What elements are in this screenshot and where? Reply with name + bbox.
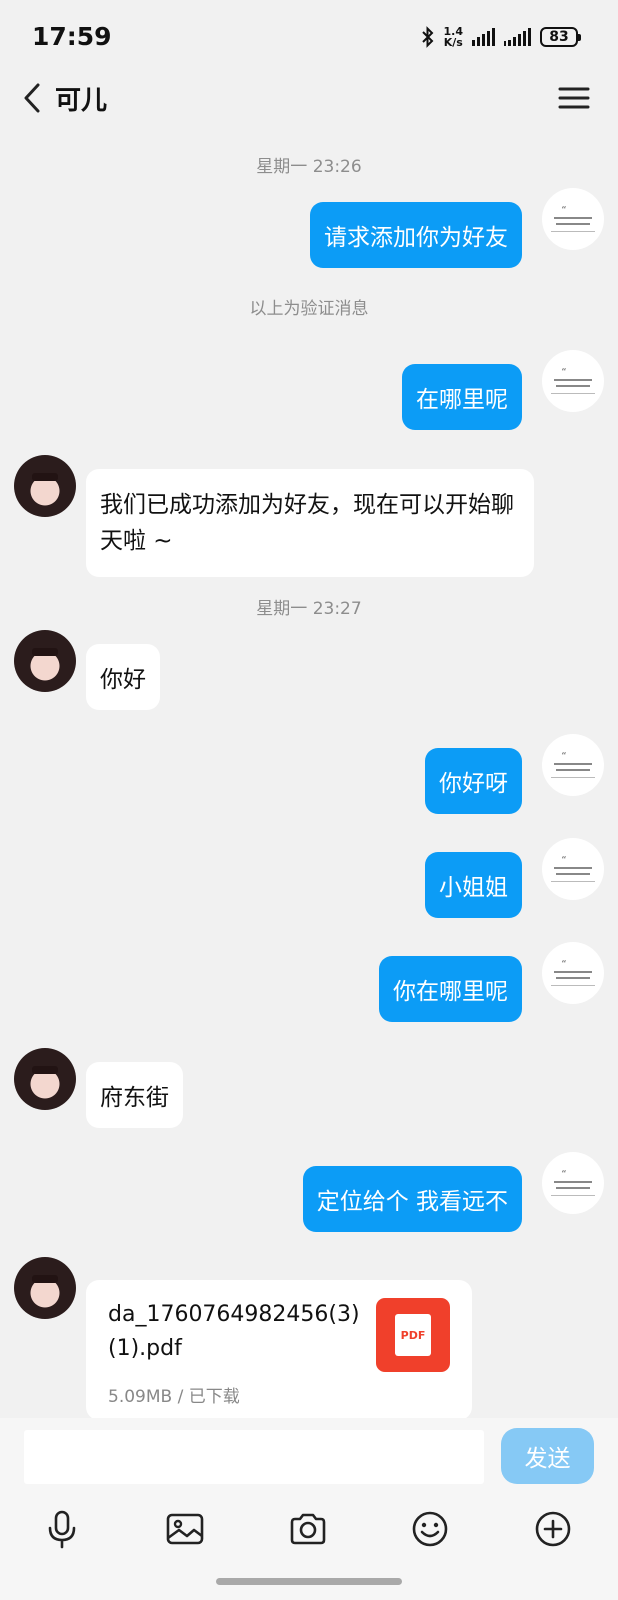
message-row-incoming: 我们已成功添加为好友，现在可以开始聊天啦 ~ [0, 455, 618, 577]
message-input[interactable] [24, 1430, 484, 1484]
chat-screen: 17:59 1.4 K/s 83 可儿 星期一 23:26 “ 请求添加你为好友… [0, 0, 618, 1600]
pdf-icon-label: PDF [400, 1328, 426, 1342]
message-bubble-incoming[interactable]: 府东街 [86, 1062, 183, 1128]
contact-avatar[interactable] [14, 630, 76, 692]
plus-icon [535, 1511, 571, 1547]
image-icon [166, 1513, 204, 1545]
signal-icon [472, 28, 495, 46]
composer: 发送 [0, 1418, 618, 1600]
message-row-outgoing: “ 你好呀 [0, 734, 618, 814]
message-bubble-incoming[interactable]: 我们已成功添加为好友，现在可以开始聊天啦 ~ [86, 469, 534, 577]
message-row-outgoing: “ 在哪里呢 [0, 350, 618, 430]
chat-title: 可儿 [55, 86, 108, 116]
verification-note: 以上为验证消息 [249, 299, 369, 319]
hamburger-menu-icon [558, 87, 590, 109]
contact-avatar[interactable] [14, 1048, 76, 1110]
file-message-card[interactable]: da_1760764982456(3)(1).pdf 5.09MB / 已下载 … [86, 1280, 472, 1420]
send-button[interactable]: 发送 [501, 1428, 594, 1484]
camera-button[interactable] [283, 1504, 333, 1554]
my-avatar[interactable]: “ [542, 942, 604, 1004]
voice-button[interactable] [37, 1504, 87, 1554]
emoji-button[interactable] [405, 1504, 455, 1554]
my-avatar[interactable]: “ [542, 734, 604, 796]
message-row-outgoing: “ 小姐姐 [0, 838, 618, 918]
back-button[interactable] [14, 78, 50, 118]
message-bubble-outgoing[interactable]: 定位给个 我看远不 [302, 1166, 522, 1232]
my-avatar[interactable]: “ [542, 838, 604, 900]
message-row-incoming: 你好 [0, 630, 618, 710]
composer-toolbar [0, 1504, 618, 1564]
message-bubble-outgoing[interactable]: 你在哪里呢 [379, 956, 522, 1022]
chat-header: 可儿 [0, 70, 618, 130]
file-status: / 已下载 [177, 1387, 240, 1407]
my-avatar[interactable]: “ [542, 188, 604, 250]
timestamp: 星期一 23:27 [256, 599, 362, 619]
battery-icon: 83 [540, 27, 581, 47]
emoji-icon [412, 1511, 448, 1547]
my-avatar[interactable]: “ [542, 1152, 604, 1214]
message-bubble-outgoing[interactable]: 请求添加你为好友 [310, 202, 522, 268]
contact-avatar[interactable] [14, 1257, 76, 1319]
image-button[interactable] [160, 1504, 210, 1554]
chevron-left-icon [24, 83, 40, 113]
microphone-icon [48, 1510, 76, 1549]
network-speed-unit: K/s [443, 36, 463, 49]
pdf-file-icon: PDF [376, 1298, 450, 1372]
battery-level: 83 [549, 29, 569, 45]
message-bubble-incoming[interactable]: 你好 [86, 644, 160, 710]
message-row-outgoing: “ 你在哪里呢 [0, 942, 618, 1022]
menu-button[interactable] [556, 82, 592, 114]
signal-icon [504, 28, 531, 46]
message-bubble-outgoing[interactable]: 小姐姐 [425, 852, 522, 918]
contact-avatar[interactable] [14, 455, 76, 517]
bluetooth-icon [421, 26, 433, 48]
camera-icon [290, 1513, 326, 1545]
message-bubble-outgoing[interactable]: 你好呀 [425, 748, 522, 814]
message-row-incoming: 府东街 [0, 1048, 618, 1128]
network-speed: 1.4 K/s [444, 26, 464, 48]
status-bar: 17:59 1.4 K/s 83 [0, 0, 618, 70]
timestamp: 星期一 23:26 [256, 157, 362, 177]
my-avatar[interactable]: “ [542, 350, 604, 412]
home-indicator[interactable] [216, 1578, 402, 1585]
more-button[interactable] [528, 1504, 578, 1554]
file-meta: 5.09MB / 已下载 [108, 1382, 240, 1407]
file-size: 5.09MB [108, 1387, 173, 1407]
message-row-outgoing: “ 请求添加你为好友 [0, 188, 618, 268]
file-name: da_1760764982456(3)(1).pdf [108, 1302, 360, 1361]
status-time: 17:59 [32, 22, 112, 51]
status-icons: 1.4 K/s 83 [421, 22, 581, 52]
message-row-outgoing: “ 定位给个 我看远不 [0, 1152, 618, 1232]
message-bubble-outgoing[interactable]: 在哪里呢 [402, 364, 522, 430]
